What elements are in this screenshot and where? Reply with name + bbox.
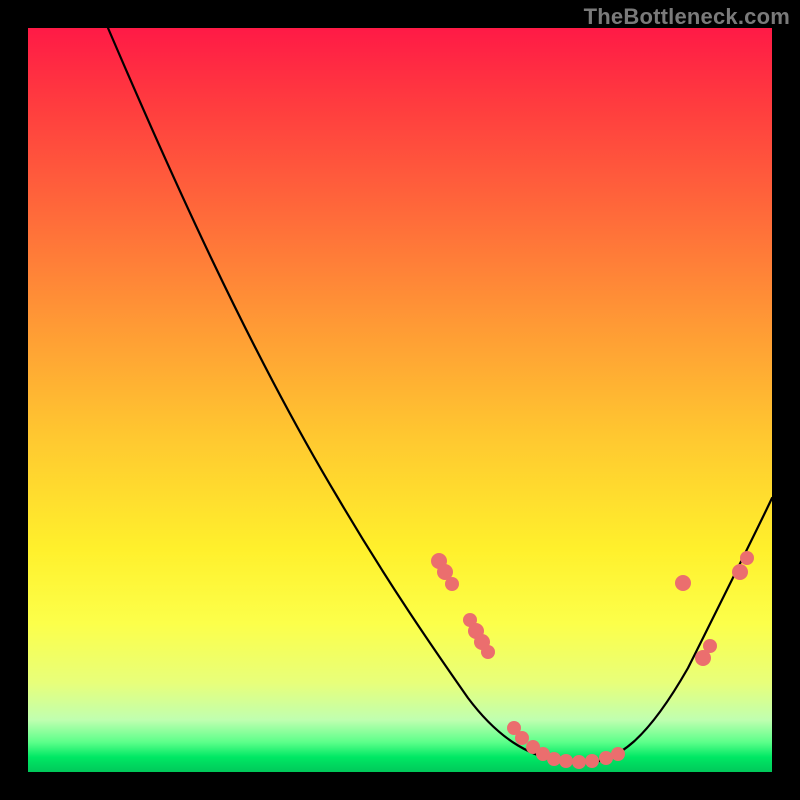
data-dot	[675, 575, 691, 591]
data-dot	[559, 754, 573, 768]
data-dot	[599, 751, 613, 765]
chart-gradient-area	[28, 28, 772, 772]
data-dot	[703, 639, 717, 653]
watermark-text: TheBottleneck.com	[584, 4, 790, 30]
data-dot	[481, 645, 495, 659]
data-dot	[547, 752, 561, 766]
data-dot	[740, 551, 754, 565]
chart-svg	[28, 28, 772, 772]
data-dot	[515, 731, 529, 745]
bottleneck-curve	[108, 28, 772, 763]
data-dot	[585, 754, 599, 768]
data-dot	[611, 747, 625, 761]
data-dots	[431, 551, 754, 769]
data-dot	[572, 755, 586, 769]
data-dot	[445, 577, 459, 591]
data-dot	[732, 564, 748, 580]
